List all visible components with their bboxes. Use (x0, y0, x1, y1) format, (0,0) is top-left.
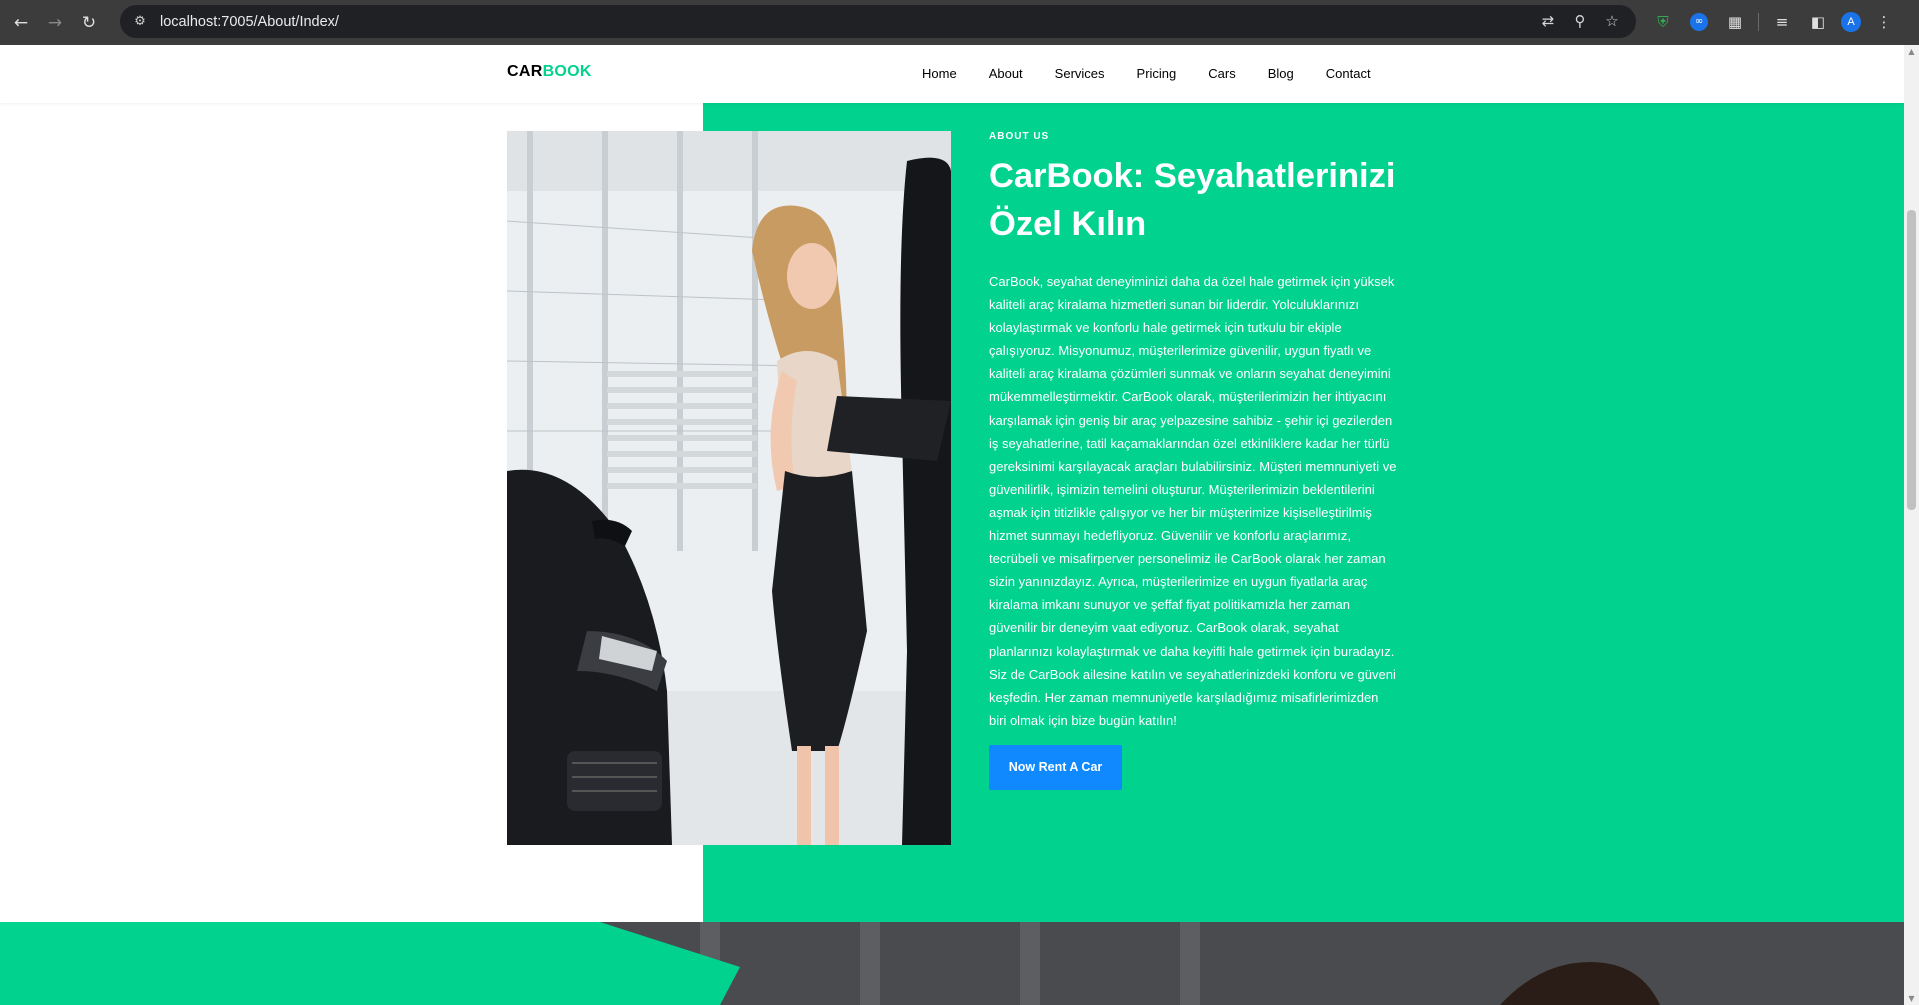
nav-about[interactable]: About (989, 66, 1023, 81)
url-text[interactable]: localhost:7005/About/Index/ (160, 14, 339, 30)
shield-extension-icon[interactable]: ⛨ (1650, 9, 1676, 35)
profile-avatar[interactable]: A (1841, 12, 1861, 32)
nav-cars[interactable]: Cars (1208, 66, 1235, 81)
page-scrollbar[interactable]: ▲ ▼ (1904, 45, 1919, 1005)
logo-part-car: CAR (507, 63, 543, 80)
forward-icon[interactable]: → (42, 10, 68, 36)
logo-part-book: BOOK (542, 63, 592, 80)
scroll-up-icon[interactable]: ▲ (1907, 47, 1916, 56)
zoom-icon[interactable]: ⚲ (1570, 11, 1590, 31)
browser-toolbar: ← → ↻ ⚙ localhost:7005/About/Index/ ⇄ ⚲ … (0, 0, 1919, 45)
about-content: ABOUT US CarBook: Seyahatlerinizi Özel K… (989, 131, 1397, 790)
main-menu: Home About Services Pricing Cars Blog Co… (922, 66, 1403, 81)
nav-home[interactable]: Home (922, 66, 957, 81)
extension-badge-icon[interactable]: ∞ (1686, 9, 1712, 35)
menu-kebab-icon[interactable]: ⋮ (1871, 9, 1897, 35)
address-bar[interactable]: ⚙ localhost:7005/About/Index/ ⇄ ⚲ ☆ (120, 5, 1636, 38)
nav-pricing[interactable]: Pricing (1137, 66, 1177, 81)
scrollbar-thumb[interactable] (1907, 210, 1916, 510)
side-panel-icon[interactable]: ◧ (1805, 9, 1831, 35)
nav-blog[interactable]: Blog (1268, 66, 1294, 81)
back-icon[interactable]: ← (8, 10, 34, 36)
page-viewport: CARBOOK Home About Services Pricing Cars… (0, 45, 1904, 1005)
reading-list-icon[interactable]: ≡ (1769, 9, 1795, 35)
site-info-icon[interactable]: ⚙ (129, 11, 151, 33)
rent-car-button[interactable]: Now Rent A Car (989, 744, 1122, 790)
next-section-banner (0, 922, 1904, 1005)
about-photo (507, 131, 951, 845)
nav-services[interactable]: Services (1055, 66, 1105, 81)
site-navbar: CARBOOK Home About Services Pricing Cars… (0, 45, 1904, 103)
about-heading: CarBook: Seyahatlerinizi Özel Kılın (989, 152, 1397, 248)
bookmark-star-icon[interactable]: ☆ (1602, 11, 1622, 31)
about-subheading: ABOUT US (989, 131, 1050, 142)
reload-icon[interactable]: ↻ (76, 10, 102, 36)
about-heading-line2: Özel Kılın (989, 205, 1147, 243)
extensions-puzzle-icon[interactable]: ▦ (1722, 9, 1748, 35)
translate-icon[interactable]: ⇄ (1538, 11, 1558, 31)
about-heading-line1: CarBook: Seyahatlerinizi (989, 157, 1396, 195)
scroll-down-icon[interactable]: ▼ (1907, 994, 1916, 1003)
toolbar-divider (1758, 13, 1759, 31)
about-body-text: CarBook, seyahat deneyiminizi daha da öz… (989, 274, 1397, 728)
nav-contact[interactable]: Contact (1326, 66, 1371, 81)
site-logo[interactable]: CARBOOK (507, 63, 592, 81)
